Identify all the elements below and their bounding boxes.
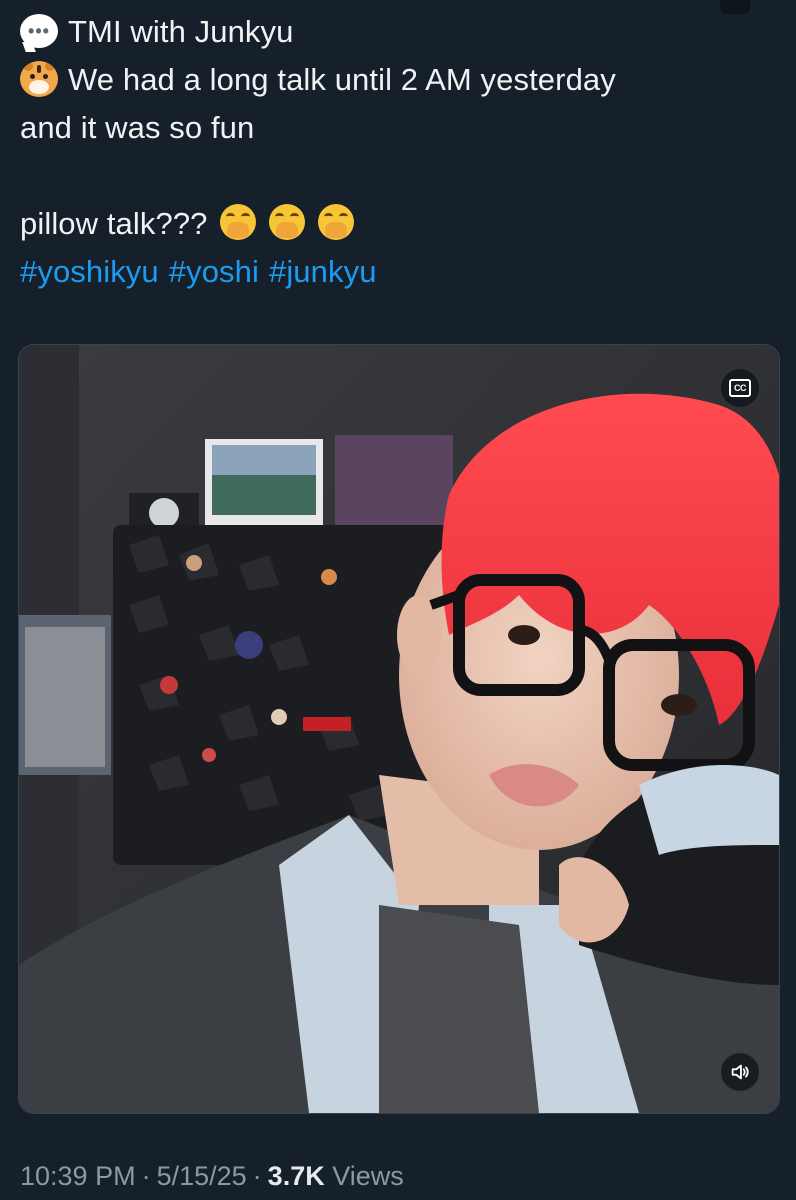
tweet-time-link[interactable]: 10:39 PM [20, 1161, 136, 1191]
tweet-date: 5/15/25 [156, 1161, 247, 1191]
face-with-hand-over-mouth-icon [317, 203, 354, 240]
tweet-body: ••• TMI with Junkyu We had a long talk un… [20, 8, 780, 296]
hashtag-yoshi[interactable]: #yoshi [169, 254, 259, 289]
hashtag-line: #yoshikyu #yoshi #junkyu [20, 248, 780, 296]
volume-button[interactable] [721, 1053, 759, 1091]
tweet-line-1: ••• TMI with Junkyu [20, 8, 780, 56]
tweet-time: 10:39 PM [20, 1161, 136, 1191]
face-with-hand-over-mouth-icon [268, 203, 305, 240]
tweet-line-2-text: We had a long talk until 2 AM yesterday [68, 62, 616, 97]
video-still-image [19, 345, 779, 1113]
tweet-line-3: and it was so fun [20, 110, 255, 145]
closed-captions-icon: CC [729, 379, 751, 397]
tweet-line-1-text: TMI with Junkyu [68, 14, 294, 49]
video-player[interactable]: CC [18, 344, 780, 1114]
speaker-muted-icon [731, 1064, 749, 1080]
tweet-line-4: pillow talk??? [20, 200, 780, 248]
face-with-hand-over-mouth-icon [220, 203, 257, 240]
tweet-line-2: We had a long talk until 2 AM yesterday [20, 56, 780, 104]
hashtag-yoshikyu[interactable]: #yoshikyu [20, 254, 159, 289]
views-label: Views [332, 1161, 404, 1191]
speech-bubble-icon: ••• [20, 13, 58, 48]
tweet-line-4-text: pillow talk??? [20, 206, 208, 241]
views-count: 3.7K [267, 1161, 325, 1191]
closed-captions-button[interactable]: CC [721, 369, 759, 407]
tweet-detail-view: ••• TMI with Junkyu We had a long talk un… [0, 0, 796, 1200]
separator: · [141, 1161, 151, 1191]
hashtag-junkyu[interactable]: #junkyu [269, 254, 377, 289]
separator: · [252, 1161, 262, 1191]
tweet-metadata: 10:39 PM · 5/15/25 · 3.7K Views [20, 1156, 404, 1196]
tiger-face-icon [20, 60, 58, 97]
